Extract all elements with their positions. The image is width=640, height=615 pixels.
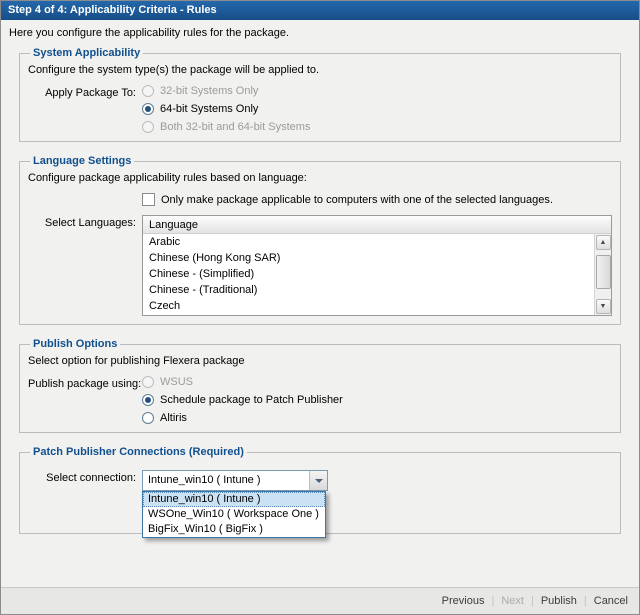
radio-wsus-label: WSUS [160, 376, 193, 388]
dialog-title: Step 4 of 4: Applicability Criteria - Ru… [1, 1, 639, 20]
publish-options-description: Select option for publishing Flexera pac… [28, 355, 612, 367]
radio-32bit-label: 32-bit Systems Only [160, 85, 258, 97]
chevron-down-icon [315, 479, 323, 483]
language-filter-checkbox-row[interactable]: Only make package applicable to computer… [142, 193, 612, 206]
radio-wsus: WSUS [142, 376, 343, 388]
radio-altiris[interactable]: Altiris [142, 412, 343, 424]
list-item-language[interactable]: Chinese - (Simplified) [143, 266, 611, 282]
publish-package-using-label: Publish package using: [28, 376, 136, 390]
list-item-language[interactable]: Chinese (Hong Kong SAR) [143, 250, 611, 266]
dialog-subtitle: Here you configure the applicability rul… [1, 20, 639, 45]
select-connection-label: Select connection: [28, 470, 136, 484]
radio-both-icon [142, 121, 154, 133]
cancel-button[interactable]: Cancel [594, 595, 628, 607]
radio-64bit-systems-only[interactable]: 64-bit Systems Only [142, 103, 310, 115]
language-listbox[interactable]: Language Arabic Chinese (Hong Kong SAR) … [142, 215, 612, 316]
publish-options-group: Publish Options Select option for publis… [19, 338, 621, 433]
connection-select[interactable]: Intune_win10 ( Intune ) [142, 470, 328, 491]
previous-button[interactable]: Previous [442, 595, 485, 607]
dropdown-item-intune[interactable]: Intune_win10 ( Intune ) [143, 492, 325, 507]
next-button: Next [501, 595, 524, 607]
system-applicability-legend: System Applicability [30, 47, 143, 59]
language-list-scrollbar[interactable]: ▲ ▼ [594, 234, 611, 315]
wizard-dialog: Step 4 of 4: Applicability Criteria - Ru… [0, 0, 640, 615]
select-languages-label: Select Languages: [28, 215, 136, 229]
radio-64bit-icon[interactable] [142, 103, 154, 115]
dropdown-item-bigfix[interactable]: BigFix_Win10 ( BigFix ) [143, 522, 325, 537]
radio-altiris-icon[interactable] [142, 412, 154, 424]
radio-64bit-label[interactable]: 64-bit Systems Only [160, 103, 258, 115]
system-type-radio-group: 32-bit Systems Only 64-bit Systems Only … [142, 85, 310, 133]
scroll-up-icon[interactable]: ▲ [596, 235, 611, 250]
connection-select-dropdown-button[interactable] [309, 471, 327, 490]
list-item-language[interactable]: Chinese - (Traditional) [143, 282, 611, 298]
language-list: Arabic Chinese (Hong Kong SAR) Chinese -… [143, 234, 611, 316]
radio-patch-publisher[interactable]: Schedule package to Patch Publisher [142, 394, 343, 406]
footer-bar: Previous | Next | Publish | Cancel [1, 587, 639, 614]
patch-publisher-connections-group: Patch Publisher Connections (Required) S… [19, 446, 621, 534]
language-settings-legend: Language Settings [30, 155, 134, 167]
connection-dropdown-list: Intune_win10 ( Intune ) WSOne_Win10 ( Wo… [142, 491, 326, 538]
system-applicability-description: Configure the system type(s) the package… [28, 64, 612, 76]
language-settings-group: Language Settings Configure package appl… [19, 155, 621, 325]
system-applicability-group: System Applicability Configure the syste… [19, 47, 621, 142]
language-filter-checkbox-label[interactable]: Only make package applicable to computer… [161, 194, 553, 206]
list-item-language[interactable]: Czech [143, 298, 611, 314]
list-item-language[interactable]: Danish [143, 314, 611, 316]
radio-wsus-icon [142, 376, 154, 388]
footer-separator: | [491, 595, 494, 607]
scroll-down-icon[interactable]: ▼ [596, 299, 611, 314]
publish-method-radio-group: WSUS Schedule package to Patch Publisher… [142, 376, 343, 424]
footer-separator: | [584, 595, 587, 607]
language-settings-description: Configure package applicability rules ba… [28, 172, 612, 184]
footer-separator: | [531, 595, 534, 607]
scrollbar-thumb[interactable] [596, 255, 611, 289]
radio-32bit-icon [142, 85, 154, 97]
radio-both-label: Both 32-bit and 64-bit Systems [160, 121, 310, 133]
list-item-language[interactable]: Arabic [143, 234, 611, 250]
radio-altiris-label[interactable]: Altiris [160, 412, 187, 424]
dropdown-item-wsone[interactable]: WSOne_Win10 ( Workspace One ) [143, 507, 325, 522]
connection-select-value[interactable]: Intune_win10 ( Intune ) [143, 471, 309, 490]
patch-publisher-connections-legend: Patch Publisher Connections (Required) [30, 446, 247, 458]
publish-options-legend: Publish Options [30, 338, 120, 350]
apply-package-to-label: Apply Package To: [28, 85, 136, 99]
scrollbar-track[interactable] [596, 251, 611, 299]
radio-both-32-64bit-systems: Both 32-bit and 64-bit Systems [142, 121, 310, 133]
radio-patch-publisher-label[interactable]: Schedule package to Patch Publisher [160, 394, 343, 406]
radio-patch-publisher-icon[interactable] [142, 394, 154, 406]
radio-32bit-systems-only: 32-bit Systems Only [142, 85, 310, 97]
publish-button[interactable]: Publish [541, 595, 577, 607]
language-column-header: Language [143, 216, 611, 234]
language-filter-checkbox[interactable] [142, 193, 155, 206]
